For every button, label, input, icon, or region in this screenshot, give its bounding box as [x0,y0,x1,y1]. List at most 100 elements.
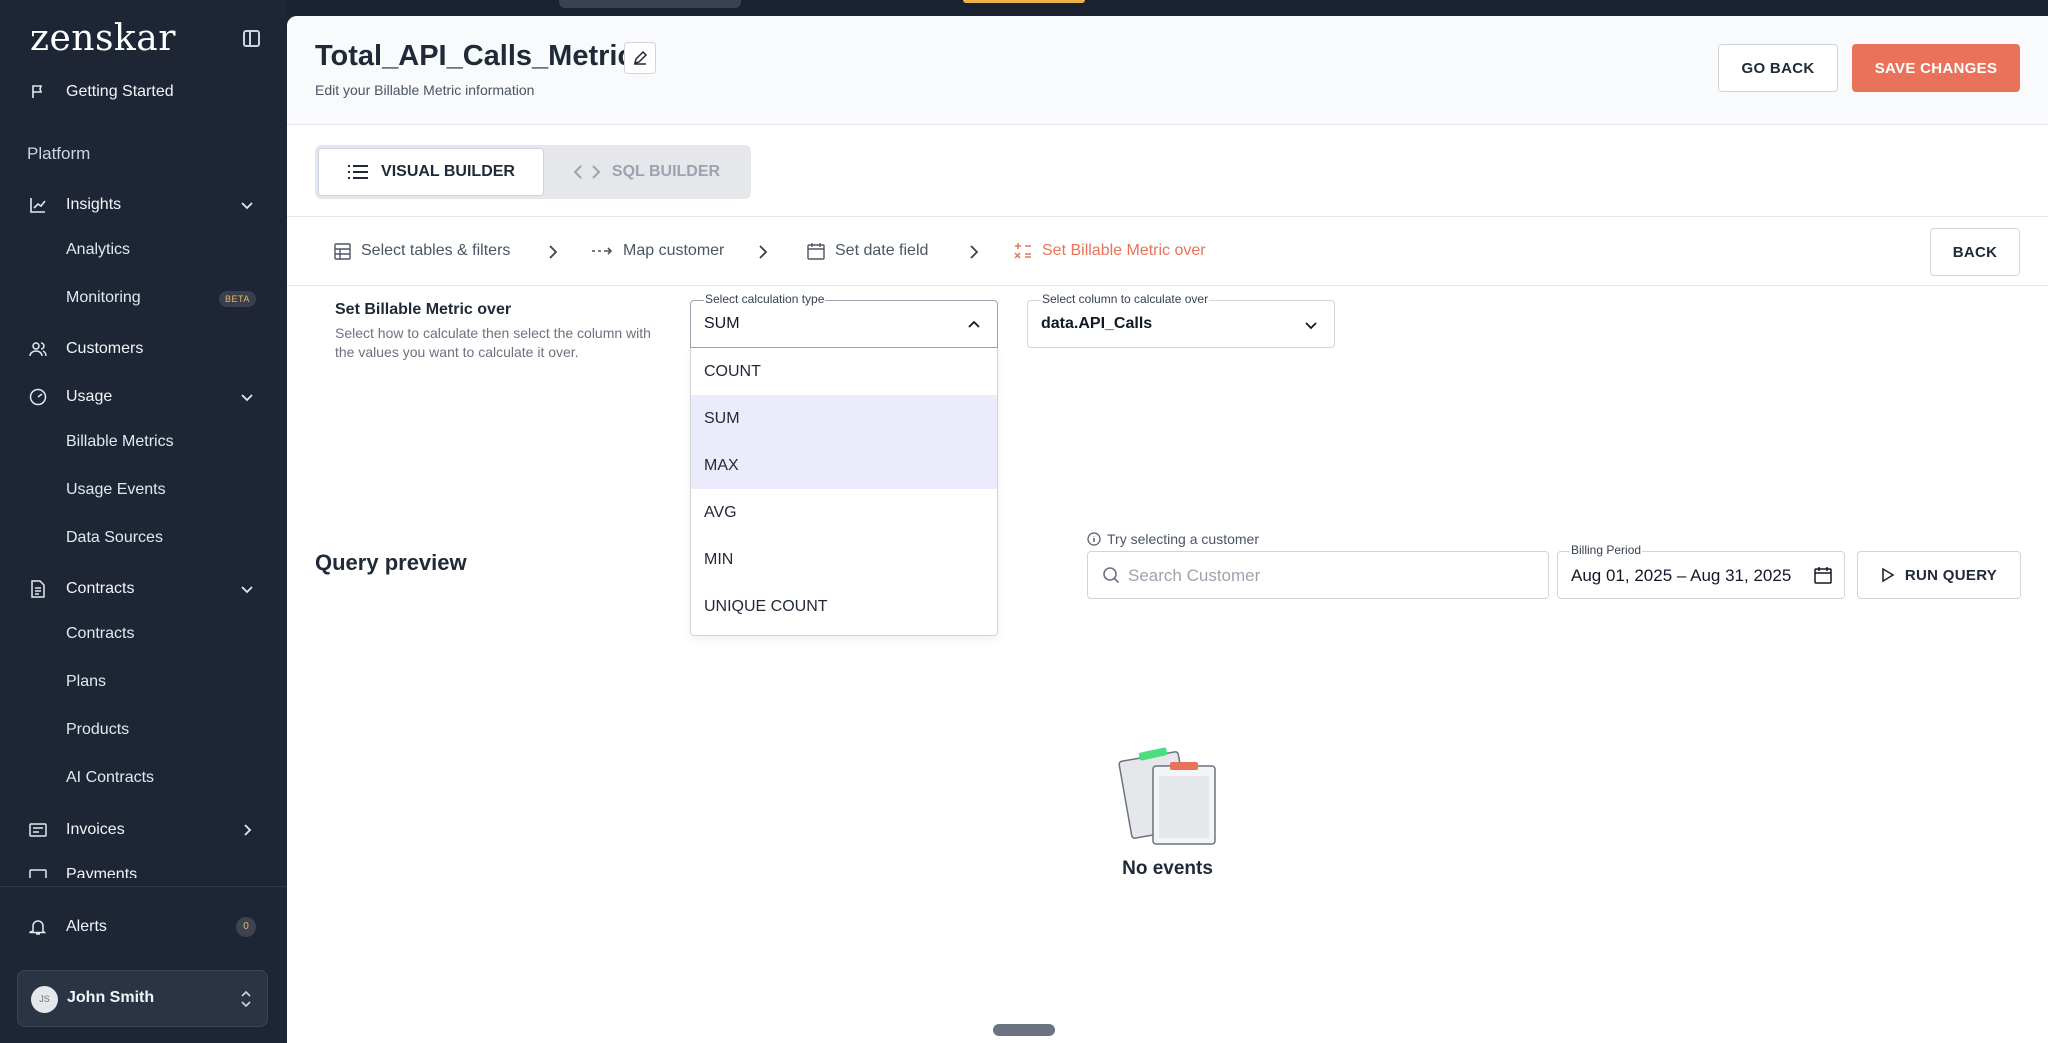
sidebar-item-contracts[interactable]: Contracts [0,569,287,609]
period-start: Aug 01, 2025 [1571,566,1673,585]
play-icon [1882,567,1895,583]
chevron-down-icon [1305,322,1317,330]
sidebar-item-label: Contracts [66,580,135,597]
section-platform: Platform [27,144,91,163]
sidebar-item-ai-contracts[interactable]: AI Contracts [0,759,287,797]
search-customer-input[interactable]: Search Customer [1087,551,1549,599]
logo: zenskar [30,18,176,59]
chevron-right-icon [759,245,768,259]
step-label: Set Billable Metric over [1042,242,1206,259]
search-icon [1103,567,1120,584]
option-sum[interactable]: SUM [691,395,997,442]
step-label: Set date field [835,242,929,259]
flag-icon [28,82,48,102]
table-icon [334,242,351,260]
chevron-up-icon [968,320,980,328]
billing-period-dates: Aug 01, 2025 – Aug 31, 2025 [1571,566,1791,586]
sidebar-item-insights[interactable]: Insights [0,185,287,225]
code-icon [573,165,600,179]
option-unique-count[interactable]: UNIQUE COUNT [691,583,997,630]
sidebar-item-billable-metrics[interactable]: Billable Metrics [0,423,287,461]
map-arrow-icon [592,247,613,255]
browser-tab-pill [559,0,741,8]
chevron-right-icon [549,245,558,259]
beta-badge: BETA [219,291,256,307]
calculation-type-select[interactable]: Select calculation type SUM [690,292,998,348]
step-select-tables[interactable]: Select tables & filters [334,242,510,260]
chevron-right-icon [244,824,252,836]
sidebar-item-label: Usage [66,388,113,405]
tab-visual-builder[interactable]: VISUAL BUILDER [318,148,544,196]
billing-period-picker[interactable]: Billing Period Aug 01, 2025 – Aug 31, 20… [1557,543,1845,599]
step-set-billable-metric[interactable]: Set Billable Metric over [1014,242,1206,260]
date-separator: – [1672,566,1691,585]
document-icon [28,579,48,599]
empty-state-text: No events [1122,858,1213,879]
sidebar-collapse-icon[interactable] [243,30,260,47]
sidebar-item-monitoring[interactable]: Monitoring BETA [0,279,287,317]
empty-clipboard-icon [1118,747,1216,845]
option-max[interactable]: MAX [691,442,997,489]
chevron-down-icon [241,586,253,594]
chevron-down-icon [241,202,253,210]
calendar-icon [807,243,825,260]
sidebar-item-label: Data Sources [66,529,163,546]
sidebar-item-payments[interactable]: Payments [0,858,287,878]
sidebar-item-label: Usage Events [66,481,166,498]
edit-title-button[interactable] [624,42,656,74]
chevron-down-icon [241,394,253,402]
sidebar-item-label: Products [66,721,130,738]
sidebar-item-customers[interactable]: Customers [0,329,287,369]
builder-toggle: VISUAL BUILDER SQL BUILDER [315,145,751,199]
field-label: Select calculation type [704,292,826,306]
option-avg[interactable]: AVG [691,489,997,536]
column-select[interactable]: Select column to calculate over data.API… [1027,292,1335,348]
sidebar: zenskar Getting Started Platform Insight… [0,0,287,1043]
sidebar-item-label: Customers [66,340,144,357]
back-button[interactable]: BACK [1930,228,2020,276]
sidebar-item-invoices[interactable]: Invoices [0,810,287,850]
option-count[interactable]: COUNT [691,348,997,395]
run-query-button[interactable]: RUN QUERY [1857,551,2021,599]
step-bar: Select tables & filters Map customer Set… [287,216,2048,286]
sidebar-item-plans[interactable]: Plans [0,663,287,701]
user-menu[interactable]: JS John Smith [17,970,268,1027]
main-panel: Total_API_Calls_Metric Edit your Billabl… [287,16,2048,1043]
sidebar-item-alerts[interactable]: Alerts 0 [0,907,287,947]
field-label: Select column to calculate over [1041,292,1210,306]
sidebar-item-products[interactable]: Products [0,711,287,749]
sidebar-item-contracts-sub[interactable]: Contracts [0,615,287,653]
calculation-type-dropdown: COUNT SUM MAX AVG MIN UNIQUE COUNT [690,348,998,636]
chevron-updown-icon [241,990,251,1008]
tab-sql-builder[interactable]: SQL BUILDER [547,148,747,196]
step-label: Map customer [623,242,725,259]
step-set-date-field[interactable]: Set date field [807,242,928,260]
page-header: Total_API_Calls_Metric Edit your Billabl… [287,16,2048,125]
list-icon [348,165,369,179]
query-preview-title: Query preview [315,550,467,575]
step-map-customer[interactable]: Map customer [591,242,724,260]
sidebar-item-analytics[interactable]: Analytics [0,231,287,269]
users-icon [28,339,48,359]
customer-hint: Try selecting a customer [1087,531,1259,547]
section-description: Select how to calculate then select the … [335,325,651,360]
sidebar-item-usage-events[interactable]: Usage Events [0,471,287,509]
tab-label: SQL BUILDER [611,163,721,180]
sidebar-item-getting-started[interactable]: Getting Started [0,72,287,112]
step-label: Select tables & filters [361,242,511,259]
user-name: John Smith [67,989,155,1006]
info-icon [1087,532,1101,546]
save-changes-button[interactable]: SAVE CHANGES [1852,44,2020,92]
sidebar-item-usage[interactable]: Usage [0,377,287,417]
calculator-icon [1014,243,1031,259]
field-value: data.API_Calls [1041,315,1153,332]
option-min[interactable]: MIN [691,536,997,583]
invoice-icon [28,820,48,840]
go-back-button[interactable]: GO BACK [1718,44,1838,92]
hint-text: Try selecting a customer [1107,531,1259,547]
sidebar-item-label: Payments [66,866,138,878]
gauge-icon [28,387,48,407]
field-value: SUM [704,315,740,332]
scroll-handle[interactable] [993,1024,1055,1036]
sidebar-item-data-sources[interactable]: Data Sources [0,519,287,557]
